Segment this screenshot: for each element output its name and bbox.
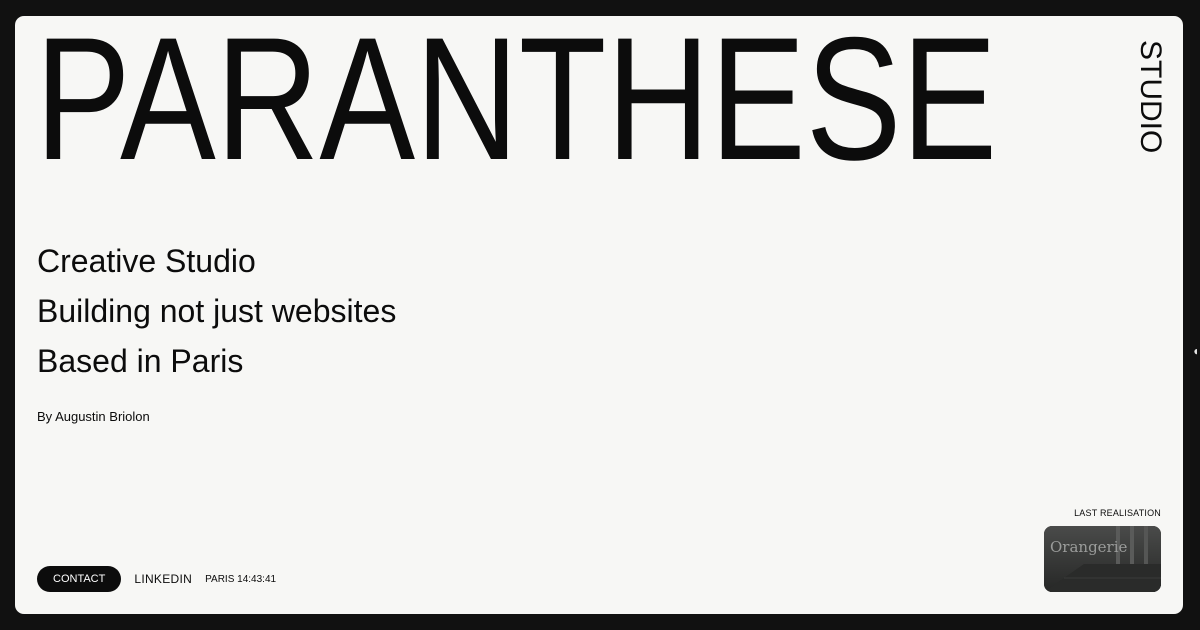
brand-logo-subtitle: STUDIO (1134, 40, 1167, 154)
brand-logo[interactable]: PARANTHESE (35, 16, 997, 187)
tagline-creative-studio: Creative Studio (37, 243, 256, 279)
page-card: PARANTHESE STUDIO Creative Studio Buildi… (15, 16, 1183, 614)
footer-bar: CONTACT LINKEDIN PARIS 14:43:41 (37, 566, 276, 592)
contact-button[interactable]: CONTACT (37, 566, 122, 592)
linkedin-link[interactable]: LINKEDIN (134, 572, 192, 586)
last-realisation-thumbnail[interactable]: Orangerie (1044, 526, 1161, 592)
hero-taglines: Creative Studio Building not just websit… (37, 236, 396, 386)
cursor-edge-icon: ◖ (1192, 344, 1200, 358)
realisation-thumbnail-image: Orangerie (1044, 526, 1161, 592)
paris-clock: PARIS 14:43:41 (205, 573, 277, 585)
last-realisation-label: LAST REALISATION (1074, 508, 1161, 518)
tagline-based-in-paris: Based in Paris (37, 343, 244, 379)
tagline-building-websites: Building not just websites (37, 293, 397, 329)
thumbnail-title: Orangerie (1050, 538, 1128, 556)
author-byline: By Augustin Briolon (37, 409, 150, 424)
